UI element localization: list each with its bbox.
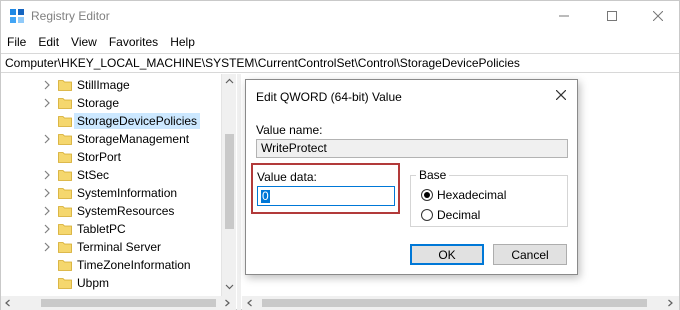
folder-icon — [58, 188, 72, 199]
folder-icon — [58, 98, 72, 109]
radio-decimal-button[interactable] — [421, 209, 433, 221]
minimize-button[interactable] — [541, 1, 587, 31]
chevron-right-icon[interactable] — [43, 134, 51, 144]
scroll-right-icon[interactable] — [666, 299, 674, 307]
menu-bar: File Edit View Favorites Help — [1, 32, 679, 52]
tree-item-label: TabletPC — [77, 222, 126, 236]
radio-hexadecimal-button[interactable] — [421, 189, 433, 201]
chevron-right-icon[interactable] — [43, 206, 51, 216]
radio-decimal-label: Decimal — [437, 208, 481, 222]
menu-favorites[interactable]: Favorites — [103, 35, 164, 49]
radio-hexadecimal[interactable]: Hexadecimal — [421, 187, 506, 203]
registry-editor-icon — [10, 9, 24, 23]
tree-item[interactable]: Ubpm — [1, 274, 221, 292]
scroll-left-icon[interactable] — [4, 299, 12, 307]
pane-splitter[interactable] — [237, 74, 241, 310]
chevron-right-icon[interactable] — [43, 170, 51, 180]
tree-item[interactable]: StorageManagement — [1, 130, 221, 148]
radio-decimal[interactable]: Decimal — [421, 207, 480, 223]
value-data-input[interactable]: 0 — [257, 186, 395, 206]
menu-file[interactable]: File — [1, 35, 32, 49]
tree-item[interactable]: TimeZoneInformation — [1, 256, 221, 274]
tree-item-label: Terminal Server — [77, 240, 162, 254]
tree-item-label: Storage — [77, 96, 120, 110]
maximize-button[interactable] — [589, 1, 635, 31]
scroll-left-icon[interactable] — [246, 299, 254, 307]
tree-item[interactable]: SystemResources — [1, 202, 221, 220]
tree-item[interactable]: Terminal Server — [1, 238, 221, 256]
chevron-right-icon[interactable] — [43, 188, 51, 198]
tree-item[interactable]: StSec — [1, 166, 221, 184]
tree-item[interactable]: SystemInformation — [1, 184, 221, 202]
dialog-title: Edit QWORD (64-bit) Value — [256, 90, 402, 104]
folder-icon — [58, 152, 72, 163]
tree-item-label: SystemResources — [77, 204, 175, 218]
close-icon — [556, 90, 566, 100]
folder-icon — [58, 260, 72, 271]
base-label: Base — [416, 168, 450, 182]
scroll-right-icon[interactable] — [223, 299, 231, 307]
radio-hexadecimal-label: Hexadecimal — [437, 188, 507, 202]
tree-item[interactable]: StorageDevicePolicies — [1, 112, 221, 130]
chevron-right-icon[interactable] — [43, 242, 51, 252]
scroll-thumb[interactable] — [262, 299, 647, 307]
chevron-right-icon[interactable] — [43, 80, 51, 90]
value-data-label: Value data: — [257, 170, 317, 184]
dialog-close-button[interactable] — [552, 86, 570, 104]
tree-item-label: TimeZoneInformation — [77, 258, 191, 272]
cancel-button[interactable]: Cancel — [493, 244, 567, 265]
tree-item-label: Ubpm — [77, 276, 110, 290]
value-data-text: 0 — [261, 189, 270, 203]
tree-pane: StillImage Storage StorageDevicePolicies St… — [1, 74, 236, 296]
scroll-up-icon[interactable] — [225, 77, 234, 86]
values-horizontal-scrollbar[interactable] — [242, 296, 679, 310]
tree-item[interactable]: TabletPC — [1, 220, 221, 238]
minimize-icon — [559, 15, 569, 17]
tree-item[interactable]: StorPort — [1, 148, 221, 166]
tree-horizontal-scrollbar[interactable] — [1, 296, 236, 310]
folder-icon — [58, 224, 72, 235]
tree-item-label: StillImage — [77, 78, 130, 92]
address-bar[interactable]: Computer\HKEY_LOCAL_MACHINE\SYSTEM\Curre… — [1, 53, 679, 73]
registry-editor-window: Registry Editor File Edit View Favorites… — [0, 0, 680, 310]
value-name-label: Value name: — [256, 123, 323, 137]
value-name-field: WriteProtect — [256, 139, 568, 158]
ok-button[interactable]: OK — [410, 244, 484, 265]
scroll-thumb[interactable] — [225, 134, 234, 229]
tree-item-label: StorageDevicePolicies — [74, 113, 201, 129]
folder-icon — [58, 80, 72, 91]
folder-icon — [58, 116, 72, 127]
tree-vertical-scrollbar[interactable] — [221, 74, 236, 296]
tree-item[interactable]: StillImage — [1, 76, 221, 94]
chevron-right-icon[interactable] — [43, 98, 51, 108]
folder-icon — [58, 278, 72, 289]
folder-icon — [58, 242, 72, 253]
maximize-icon — [607, 11, 617, 21]
edit-qword-dialog: Edit QWORD (64-bit) Value Value name: Wr… — [245, 79, 578, 275]
menu-edit[interactable]: Edit — [32, 35, 65, 49]
close-icon — [653, 11, 663, 21]
window-title: Registry Editor — [31, 9, 110, 23]
folder-icon — [58, 206, 72, 217]
tree-item-label: StorageManagement — [77, 132, 190, 146]
scroll-thumb[interactable] — [41, 299, 216, 307]
menu-help[interactable]: Help — [164, 35, 201, 49]
folder-icon — [58, 134, 72, 145]
tree-item[interactable]: Storage — [1, 94, 221, 112]
tree-item-label: SystemInformation — [77, 186, 178, 200]
chevron-right-icon[interactable] — [43, 224, 51, 234]
menu-view[interactable]: View — [65, 35, 103, 49]
tree-item-label: StorPort — [77, 150, 122, 164]
folder-icon — [58, 170, 72, 181]
address-path[interactable]: Computer\HKEY_LOCAL_MACHINE\SYSTEM\Curre… — [5, 56, 520, 70]
scroll-down-icon[interactable] — [225, 282, 234, 291]
close-button[interactable] — [635, 1, 680, 31]
tree-item-label: StSec — [77, 168, 110, 182]
title-bar: Registry Editor — [1, 1, 679, 31]
